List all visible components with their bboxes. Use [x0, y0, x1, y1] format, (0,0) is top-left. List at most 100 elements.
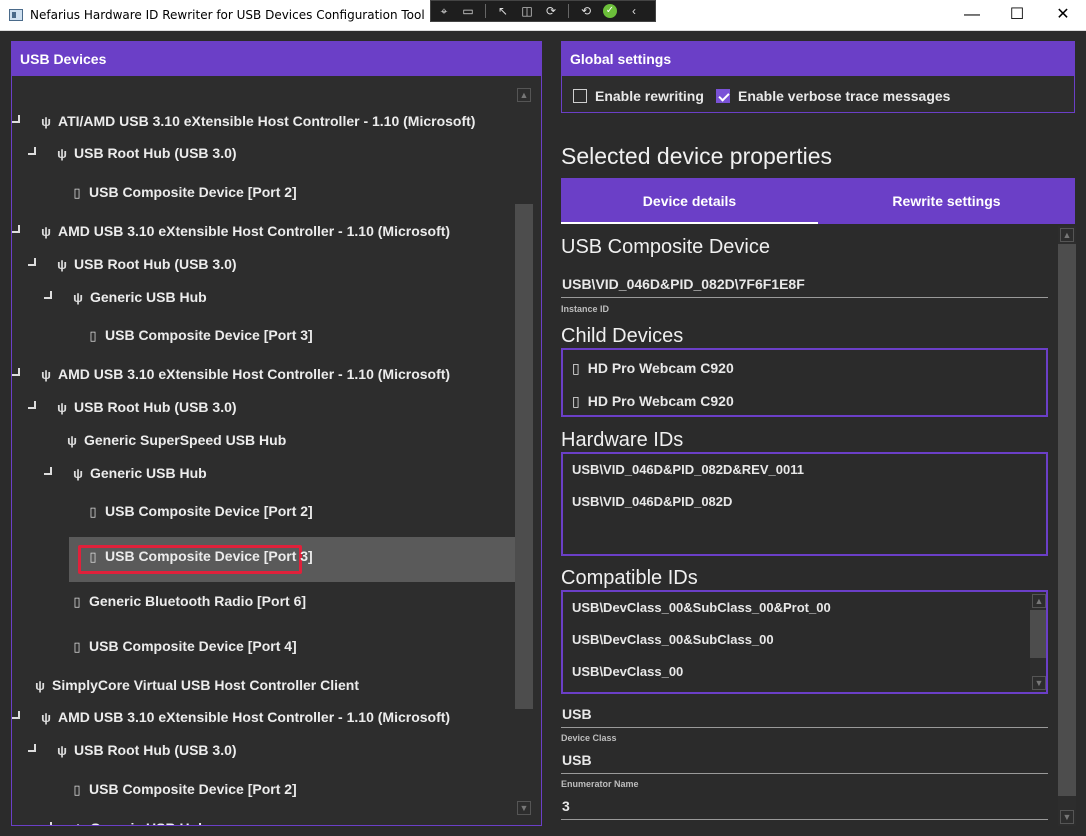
- tree-node[interactable]: ψ SimplyCore Virtual USB Host Controller …: [32, 674, 359, 696]
- tree-node[interactable]: ψ AMD USB 3.10 eXtensible Host Controller…: [12, 706, 450, 728]
- status-ok-icon[interactable]: ✓: [603, 4, 617, 18]
- device-class-field[interactable]: USB: [561, 706, 1048, 728]
- tree-node[interactable]: ψ Generic SuperSpeed USB Hub: [64, 429, 286, 451]
- scrollbar-thumb[interactable]: [1058, 244, 1076, 796]
- properties-scrollbar[interactable]: ▲ ▼: [1058, 226, 1076, 826]
- scroll-up-icon[interactable]: ▲: [517, 88, 531, 102]
- tree-node-label: Generic USB Hub: [90, 289, 207, 305]
- tree-node-label: USB Composite Device [Port 4]: [89, 638, 297, 654]
- tree-node[interactable]: ψ AMD USB 3.10 eXtensible Host Controller…: [12, 363, 450, 385]
- instance-id-label: Instance ID: [561, 304, 610, 314]
- expand-arrow-icon[interactable]: [44, 291, 52, 299]
- tree-node[interactable]: ψ ATI/AMD USB 3.10 eXtensible Host Contro…: [12, 110, 475, 132]
- minimize-button[interactable]: —: [949, 0, 995, 30]
- compatible-ids-list[interactable]: USB\DevClass_00&SubClass_00&Prot_00 USB\…: [561, 590, 1048, 694]
- tree-node[interactable]: ψ Generic USB Hub: [44, 286, 207, 308]
- expand-arrow-icon[interactable]: [44, 822, 52, 825]
- tree-node-label: AMD USB 3.10 eXtensible Host Controller …: [58, 366, 451, 382]
- close-button[interactable]: ✕: [1040, 0, 1086, 30]
- scroll-down-icon[interactable]: ▼: [1032, 676, 1046, 690]
- tree-node-label: USB Root Hub (USB 3.0): [74, 399, 237, 415]
- list-item[interactable]: ▯ HD Pro Webcam C920: [572, 360, 734, 377]
- tree-node[interactable]: ▯ USB Composite Device [Port 2]: [69, 778, 297, 800]
- tree-node[interactable]: ψ USB Root Hub (USB 3.0): [28, 142, 237, 164]
- usb-plug-icon: ▯: [572, 393, 580, 409]
- scrollbar-thumb[interactable]: [1030, 610, 1046, 658]
- expand-arrow-icon[interactable]: [28, 258, 36, 266]
- expand-arrow-icon[interactable]: [44, 467, 52, 475]
- list-item[interactable]: USB\VID_046D&PID_082D: [572, 494, 732, 509]
- expand-arrow-icon[interactable]: [12, 368, 20, 376]
- cursor-icon[interactable]: ↖: [496, 5, 510, 17]
- expand-arrow-icon[interactable]: [28, 744, 36, 752]
- select-element-icon[interactable]: ⌖: [437, 5, 451, 17]
- instance-id-field[interactable]: USB\VID_046D&PID_082D\7F6F1E8F: [561, 276, 1048, 298]
- expand-arrow-icon[interactable]: [12, 711, 20, 719]
- device-class-label: Device Class: [561, 733, 617, 743]
- tree-scrollbar[interactable]: ▲ ▼: [515, 80, 533, 825]
- enable-rewriting-checkbox[interactable]: Enable rewriting: [573, 86, 704, 106]
- tree-node-label: SimplyCore Virtual USB Host Controller C…: [52, 677, 360, 693]
- usb-devices-header: USB Devices: [12, 42, 541, 76]
- tree-node-label: Generic USB Hub: [90, 465, 207, 481]
- tree-node-label: AMD USB 3.10 eXtensible Host Controller …: [58, 709, 451, 725]
- usb-icon: ψ: [41, 224, 51, 239]
- tab-device-details[interactable]: Device details: [561, 178, 818, 224]
- unchecked-box-icon[interactable]: [573, 89, 587, 103]
- usb-plug-icon: ▯: [73, 782, 81, 797]
- list-item[interactable]: USB\DevClass_00&SubClass_00&Prot_00: [572, 600, 831, 615]
- enable-verbose-checkbox[interactable]: Enable verbose trace messages: [716, 86, 950, 106]
- tree-node[interactable]: ψ USB Root Hub (USB 3.0): [28, 739, 237, 761]
- maximize-button[interactable]: ☐: [994, 0, 1040, 30]
- expand-arrow-icon[interactable]: [12, 115, 20, 123]
- scroll-up-icon[interactable]: ▲: [1060, 228, 1074, 242]
- tree-node[interactable]: ψ Generic USB Hub: [44, 817, 207, 825]
- next-property-field[interactable]: 3: [561, 798, 1048, 820]
- enumerator-name-field[interactable]: USB: [561, 752, 1048, 774]
- device-details-panel: USB Composite Device USB\VID_046D&PID_08…: [561, 226, 1061, 826]
- property-tabs: Device details Rewrite settings: [561, 178, 1075, 224]
- usb-plug-icon: ▯: [89, 328, 97, 343]
- scroll-down-icon[interactable]: ▼: [1060, 810, 1074, 824]
- tree-node[interactable]: ψ USB Root Hub (USB 3.0): [28, 396, 237, 418]
- tree-node[interactable]: ▯ USB Composite Device [Port 4]: [69, 635, 297, 657]
- track-focus-icon[interactable]: ⟳: [544, 5, 558, 17]
- usb-icon: ψ: [73, 466, 83, 481]
- layout-adorner-icon[interactable]: ◫: [520, 5, 534, 17]
- tree-node[interactable]: ▯ USB Composite Device [Port 3]: [85, 324, 312, 346]
- expand-arrow-icon[interactable]: [28, 147, 36, 155]
- list-item[interactable]: USB\VID_046D&PID_082D&REV_0011: [572, 462, 804, 477]
- tree-node-label: USB Composite Device [Port 2]: [89, 781, 297, 797]
- list-item[interactable]: USB\DevClass_00: [572, 664, 683, 679]
- expand-arrow-icon[interactable]: [28, 401, 36, 409]
- collapse-toolbar-icon[interactable]: ‹: [627, 5, 641, 17]
- tree-node-selected[interactable]: ▯ USB Composite Device [Port 3]: [85, 545, 313, 567]
- tree-node-label: USB Composite Device [Port 3]: [105, 548, 313, 564]
- tree-node-label: Generic Bluetooth Radio [Port 6]: [89, 593, 307, 609]
- global-settings-header: Global settings: [562, 42, 1074, 76]
- scroll-up-icon[interactable]: ▲: [1032, 594, 1046, 608]
- device-tree[interactable]: ψ ATI/AMD USB 3.10 eXtensible Host Contro…: [12, 76, 515, 825]
- live-preview-icon[interactable]: ▭: [461, 5, 475, 17]
- tree-node[interactable]: ▯ Generic Bluetooth Radio [Port 6]: [69, 590, 306, 612]
- usb-icon: ψ: [57, 400, 67, 415]
- tree-node[interactable]: ▯ USB Composite Device [Port 2]: [85, 500, 312, 522]
- scrollbar-thumb[interactable]: [515, 204, 533, 709]
- tree-node[interactable]: ψ Generic USB Hub: [44, 462, 207, 484]
- scroll-down-icon[interactable]: ▼: [517, 801, 531, 815]
- usb-icon: ψ: [35, 678, 45, 693]
- tree-node[interactable]: ▯ USB Composite Device [Port 2]: [69, 181, 296, 203]
- hot-reload-icon[interactable]: ⟲: [579, 5, 593, 17]
- child-devices-list[interactable]: ▯ HD Pro Webcam C920 ▯ HD Pro Webcam C920: [561, 348, 1048, 417]
- compatible-ids-scrollbar[interactable]: ▲ ▼: [1030, 592, 1046, 692]
- expand-arrow-icon[interactable]: [12, 225, 20, 233]
- tree-node[interactable]: ψ AMD USB 3.10 eXtensible Host Controller…: [12, 220, 450, 242]
- list-item[interactable]: ▯ HD Pro Webcam C920: [572, 393, 734, 410]
- tab-rewrite-settings[interactable]: Rewrite settings: [818, 178, 1075, 224]
- checked-box-icon[interactable]: [716, 89, 730, 103]
- hardware-ids-list[interactable]: USB\VID_046D&PID_082D&REV_0011 USB\VID_0…: [561, 452, 1048, 556]
- list-item[interactable]: USB\DevClass_00&SubClass_00: [572, 632, 774, 647]
- tree-node-label: ATI/AMD USB 3.10 eXtensible Host Control…: [58, 113, 476, 129]
- usb-plug-icon: ▯: [572, 360, 580, 376]
- tree-node[interactable]: ψ USB Root Hub (USB 3.0): [28, 253, 237, 275]
